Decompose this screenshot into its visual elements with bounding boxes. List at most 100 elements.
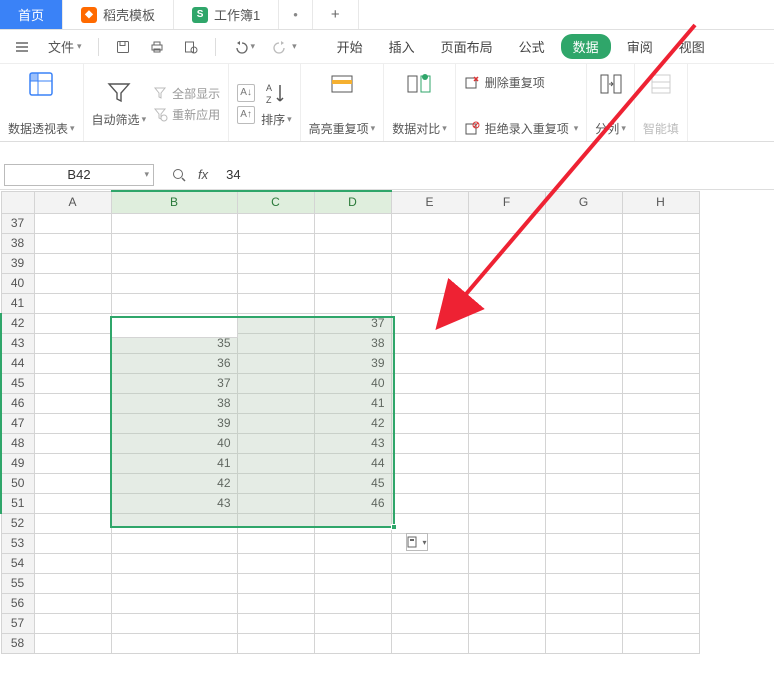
cell-B53[interactable] <box>111 533 237 553</box>
cell-E38[interactable] <box>391 233 468 253</box>
cell-G37[interactable] <box>545 213 622 233</box>
menu-pagelayout[interactable]: 页面布局 <box>431 33 503 60</box>
ribbon-data-compare[interactable]: 数据对比▾ <box>384 64 456 141</box>
cell-D47[interactable]: 42 <box>314 413 391 433</box>
cell-H41[interactable] <box>622 293 699 313</box>
cell-E51[interactable] <box>391 493 468 513</box>
row-header-39[interactable]: 39 <box>1 253 34 273</box>
col-header-E[interactable]: E <box>391 191 468 213</box>
cell-E50[interactable] <box>391 473 468 493</box>
cell-H45[interactable] <box>622 373 699 393</box>
row-header-37[interactable]: 37 <box>1 213 34 233</box>
row-header-58[interactable]: 58 <box>1 633 34 653</box>
cell-D49[interactable]: 44 <box>314 453 391 473</box>
cell-F51[interactable] <box>468 493 545 513</box>
cell-G58[interactable] <box>545 633 622 653</box>
cell-H58[interactable] <box>622 633 699 653</box>
menu-formula[interactable]: 公式 <box>509 33 555 60</box>
cell-A57[interactable] <box>34 613 111 633</box>
cell-E37[interactable] <box>391 213 468 233</box>
row-header-41[interactable]: 41 <box>1 293 34 313</box>
cell-H44[interactable] <box>622 353 699 373</box>
cell-E43[interactable] <box>391 333 468 353</box>
cell-F53[interactable] <box>468 533 545 553</box>
cell-B55[interactable] <box>111 573 237 593</box>
cell-E40[interactable] <box>391 273 468 293</box>
cell-B52[interactable] <box>111 513 237 533</box>
ribbon-reapply[interactable]: 重新应用 <box>152 106 220 123</box>
col-header-D[interactable]: D <box>314 191 391 213</box>
autofill-handle[interactable] <box>391 524 397 530</box>
cell-G44[interactable] <box>545 353 622 373</box>
row-header-53[interactable]: 53 <box>1 533 34 553</box>
cell-H56[interactable] <box>622 593 699 613</box>
cell-E44[interactable] <box>391 353 468 373</box>
cell-B51[interactable]: 43 <box>111 493 237 513</box>
cell-F48[interactable] <box>468 433 545 453</box>
row-header-42[interactable]: 42 <box>1 313 34 333</box>
cell-F52[interactable] <box>468 513 545 533</box>
cell-B49[interactable]: 41 <box>111 453 237 473</box>
cell-F40[interactable] <box>468 273 545 293</box>
cell-F45[interactable] <box>468 373 545 393</box>
qa-save[interactable] <box>109 35 137 59</box>
cell-D51[interactable]: 46 <box>314 493 391 513</box>
cell-E41[interactable] <box>391 293 468 313</box>
cell-D37[interactable] <box>314 213 391 233</box>
cell-D57[interactable] <box>314 613 391 633</box>
cell-D40[interactable] <box>314 273 391 293</box>
cell-G52[interactable] <box>545 513 622 533</box>
cell-H40[interactable] <box>622 273 699 293</box>
cell-F39[interactable] <box>468 253 545 273</box>
cell-E53[interactable] <box>391 533 468 553</box>
cell-G54[interactable] <box>545 553 622 573</box>
cell-D44[interactable]: 39 <box>314 353 391 373</box>
ribbon-reject-dup[interactable]: 拒绝录入重复项▾ <box>464 120 579 137</box>
cell-B56[interactable] <box>111 593 237 613</box>
cell-A41[interactable] <box>34 293 111 313</box>
cell-D39[interactable] <box>314 253 391 273</box>
cell-D56[interactable] <box>314 593 391 613</box>
col-header-C[interactable]: C <box>237 191 314 213</box>
cell-B58[interactable] <box>111 633 237 653</box>
ribbon-highlight-dup[interactable]: 高亮重复项▾ <box>301 64 385 141</box>
tab-new[interactable]: + <box>313 0 359 29</box>
tab-docer[interactable]: ◆ 稻壳模板 <box>63 0 174 29</box>
cell-A46[interactable] <box>34 393 111 413</box>
sort-asc[interactable]: A↓ <box>237 84 255 102</box>
cell-D38[interactable] <box>314 233 391 253</box>
ribbon-autofilter[interactable]: 自动筛选▾ <box>92 79 147 128</box>
cell-F43[interactable] <box>468 333 545 353</box>
cell-A50[interactable] <box>34 473 111 493</box>
cell-F47[interactable] <box>468 413 545 433</box>
cell-G42[interactable] <box>545 313 622 333</box>
row-header-40[interactable]: 40 <box>1 273 34 293</box>
cell-D50[interactable]: 45 <box>314 473 391 493</box>
cell-H38[interactable] <box>622 233 699 253</box>
cell-H50[interactable] <box>622 473 699 493</box>
cell-H48[interactable] <box>622 433 699 453</box>
cell-B48[interactable]: 40 <box>111 433 237 453</box>
cell-C53[interactable] <box>237 533 314 553</box>
row-header-52[interactable]: 52 <box>1 513 34 533</box>
cell-B47[interactable]: 39 <box>111 413 237 433</box>
cell-D41[interactable] <box>314 293 391 313</box>
row-header-57[interactable]: 57 <box>1 613 34 633</box>
cell-E47[interactable] <box>391 413 468 433</box>
cell-A56[interactable] <box>34 593 111 613</box>
cell-C38[interactable] <box>237 233 314 253</box>
col-header-G[interactable]: G <box>545 191 622 213</box>
cell-B46[interactable]: 38 <box>111 393 237 413</box>
row-header-45[interactable]: 45 <box>1 373 34 393</box>
cell-A52[interactable] <box>34 513 111 533</box>
cell-G56[interactable] <box>545 593 622 613</box>
cell-B39[interactable] <box>111 253 237 273</box>
menu-insert[interactable]: 插入 <box>379 33 425 60</box>
cell-F49[interactable] <box>468 453 545 473</box>
cell-C42[interactable] <box>237 313 314 333</box>
cell-A43[interactable] <box>34 333 111 353</box>
qa-redo[interactable]: ▾ <box>267 35 303 59</box>
cell-F58[interactable] <box>468 633 545 653</box>
cell-B40[interactable] <box>111 273 237 293</box>
cell-C39[interactable] <box>237 253 314 273</box>
